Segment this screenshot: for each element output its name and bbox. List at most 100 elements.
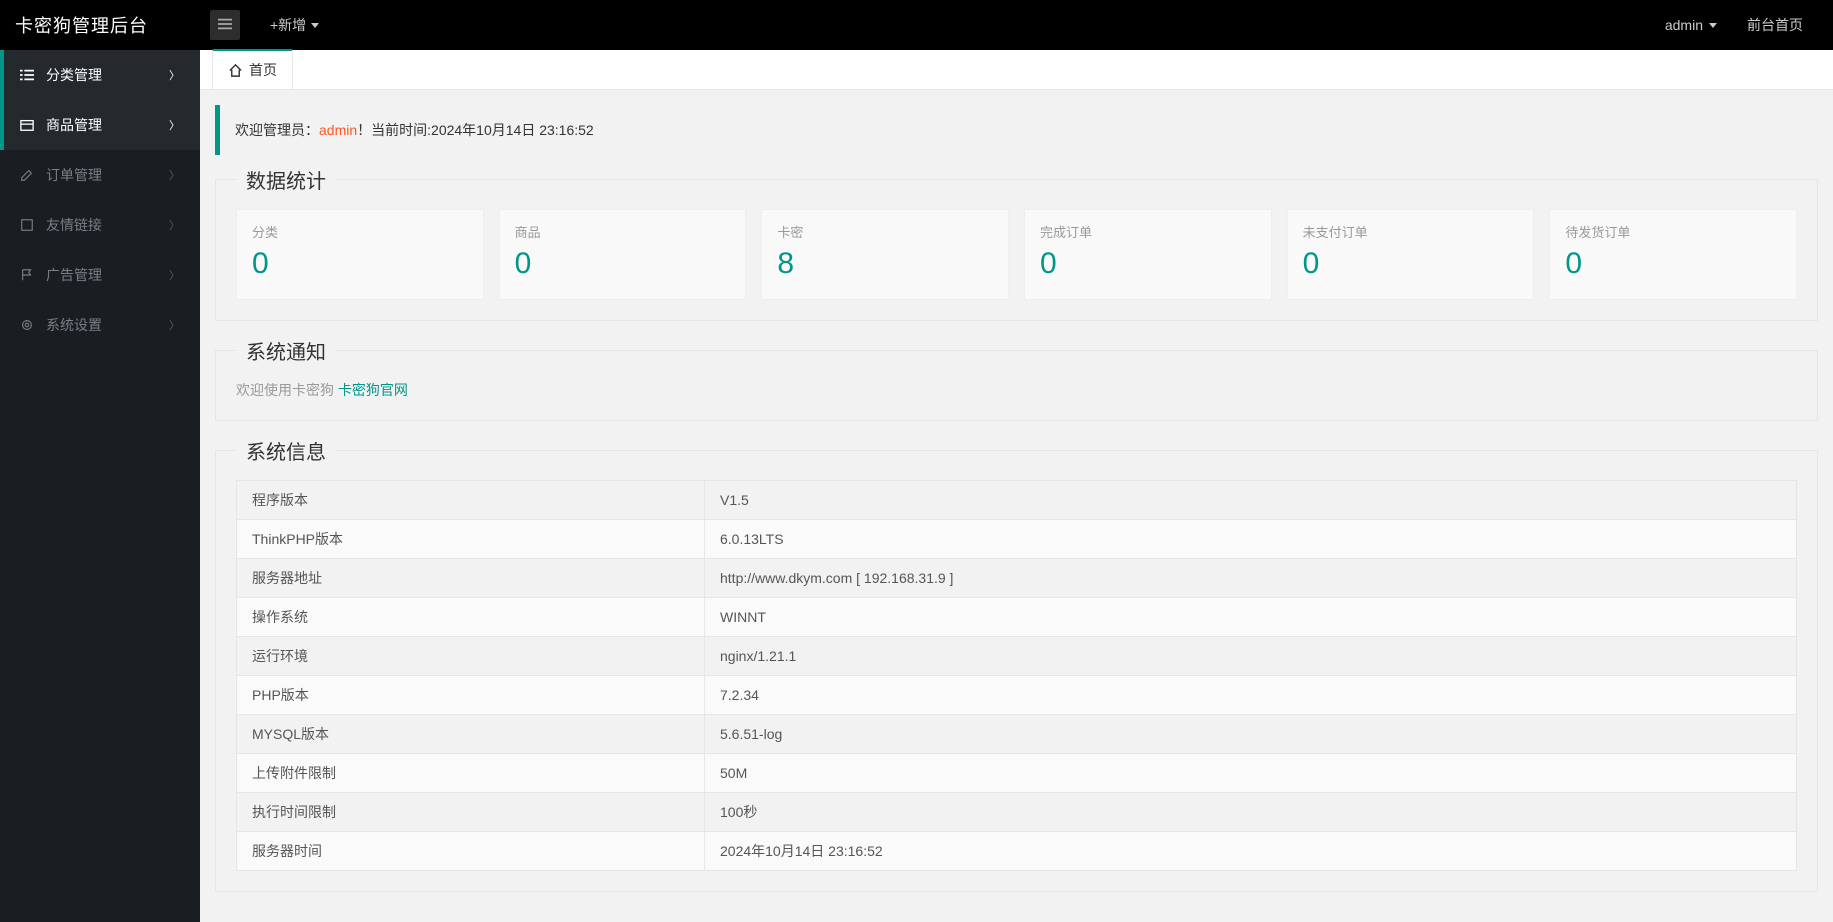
sysinfo-value: 6.0.13LTS: [705, 520, 1797, 559]
menu-toggle-button[interactable]: [210, 10, 240, 40]
sysinfo-value: 2024年10月14日 23:16:52: [705, 832, 1797, 871]
sysinfo-title: 系统信息: [236, 436, 336, 465]
chevron-right-icon: 〉: [169, 317, 180, 333]
table-row: 上传附件限制50M: [237, 754, 1797, 793]
table-row: 运行环境nginx/1.21.1: [237, 637, 1797, 676]
sidebar-item-links[interactable]: 友情链接 〉: [0, 200, 200, 250]
welcome-blockquote: 欢迎管理员：admin！当前时间:2024年10月14日 23:16:52: [215, 105, 1818, 155]
list-icon: [20, 68, 34, 82]
sysinfo-key: 上传附件限制: [237, 754, 705, 793]
table-row: 服务器时间2024年10月14日 23:16:52: [237, 832, 1797, 871]
tab-bar: 首页: [200, 50, 1833, 90]
stats-title: 数据统计: [236, 165, 336, 194]
table-row: ThinkPHP版本6.0.13LTS: [237, 520, 1797, 559]
sysinfo-value: 100秒: [705, 793, 1797, 832]
sidebar-item-product[interactable]: 商品管理 〉: [0, 100, 200, 150]
sysinfo-key: PHP版本: [237, 676, 705, 715]
welcome-prefix: 欢迎管理员：: [235, 122, 319, 138]
chevron-right-icon: 〉: [169, 217, 180, 233]
stat-value: 0: [252, 247, 468, 281]
sidebar-item-label: 友情链接: [46, 215, 102, 235]
stat-value: 0: [1040, 247, 1256, 281]
notice-text: 欢迎使用卡密狗: [236, 382, 334, 398]
gear-icon: [20, 318, 34, 332]
sysinfo-key: 执行时间限制: [237, 793, 705, 832]
sysinfo-value: http://www.dkym.com [ 192.168.31.9 ]: [705, 559, 1797, 598]
sysinfo-value: WINNT: [705, 598, 1797, 637]
sidebar: 分类管理 〉 商品管理 〉 订单管理 〉 友情链接 〉 广告管理 〉 系统设置 …: [0, 50, 200, 922]
sidebar-item-settings[interactable]: 系统设置 〉: [0, 300, 200, 350]
front-site-link[interactable]: 前台首页: [1747, 15, 1803, 35]
stat-label: 未支付订单: [1303, 222, 1519, 241]
stat-value: 8: [777, 247, 993, 281]
stat-value: 0: [515, 247, 731, 281]
welcome-admin: admin: [319, 122, 357, 138]
stat-label: 卡密: [777, 222, 993, 241]
table-row: 操作系统WINNT: [237, 598, 1797, 637]
tab-label: 首页: [249, 60, 277, 80]
link-icon: [20, 218, 34, 232]
table-row: 服务器地址http://www.dkym.com [ 192.168.31.9 …: [237, 559, 1797, 598]
welcome-suffix: ！当前时间:2024年10月14日 23:16:52: [357, 122, 594, 138]
flag-icon: [20, 268, 34, 282]
main-content: 首页 欢迎管理员：admin！当前时间:2024年10月14日 23:16:52…: [200, 50, 1833, 922]
notice-title: 系统通知: [236, 336, 336, 365]
logo: 卡密狗管理后台: [0, 12, 200, 38]
top-header: 卡密狗管理后台 +新增 admin 前台首页: [0, 0, 1833, 50]
sysinfo-key: 服务器地址: [237, 559, 705, 598]
stat-label: 分类: [252, 222, 468, 241]
sysinfo-table: 程序版本V1.5ThinkPHP版本6.0.13LTS服务器地址http://w…: [236, 480, 1797, 871]
edit-icon: [20, 168, 34, 182]
table-row: 程序版本V1.5: [237, 481, 1797, 520]
sysinfo-key: 服务器时间: [237, 832, 705, 871]
sidebar-item-label: 分类管理: [46, 65, 102, 85]
hamburger-icon: [218, 17, 232, 34]
sidebar-item-label: 商品管理: [46, 115, 102, 135]
sidebar-item-category[interactable]: 分类管理 〉: [0, 50, 200, 100]
sysinfo-value: V1.5: [705, 481, 1797, 520]
table-row: MYSQL版本5.6.51-log: [237, 715, 1797, 754]
add-new-dropdown[interactable]: +新增: [270, 15, 319, 35]
sysinfo-value: 7.2.34: [705, 676, 1797, 715]
sidebar-item-ads[interactable]: 广告管理 〉: [0, 250, 200, 300]
box-icon: [20, 118, 34, 132]
sysinfo-key: 程序版本: [237, 481, 705, 520]
sysinfo-key: 操作系统: [237, 598, 705, 637]
notice-fieldset: 系统通知 欢迎使用卡密狗 卡密狗官网: [215, 336, 1818, 421]
stat-card[interactable]: 分类 0: [236, 209, 484, 300]
stat-label: 待发货订单: [1565, 222, 1781, 241]
table-row: 执行时间限制100秒: [237, 793, 1797, 832]
sidebar-item-order[interactable]: 订单管理 〉: [0, 150, 200, 200]
user-label: admin: [1665, 17, 1703, 33]
sysinfo-value: 50M: [705, 754, 1797, 793]
stat-label: 商品: [515, 222, 731, 241]
caret-down-icon: [1709, 23, 1717, 28]
sysinfo-value: nginx/1.21.1: [705, 637, 1797, 676]
stat-card[interactable]: 卡密 8: [761, 209, 1009, 300]
notice-link[interactable]: 卡密狗官网: [338, 382, 408, 398]
stat-card[interactable]: 待发货订单 0: [1549, 209, 1797, 300]
stat-card[interactable]: 未支付订单 0: [1287, 209, 1535, 300]
sidebar-item-label: 广告管理: [46, 265, 102, 285]
stat-label: 完成订单: [1040, 222, 1256, 241]
table-row: PHP版本7.2.34: [237, 676, 1797, 715]
sysinfo-value: 5.6.51-log: [705, 715, 1797, 754]
stat-card[interactable]: 商品 0: [499, 209, 747, 300]
stats-fieldset: 数据统计 分类 0 商品 0 卡密 8 完成订单 0 未支付订单 0 待发货订单 0: [215, 165, 1818, 321]
add-new-label: +新增: [270, 15, 306, 35]
stat-value: 0: [1565, 247, 1781, 281]
home-icon: [228, 63, 243, 78]
sysinfo-fieldset: 系统信息 程序版本V1.5ThinkPHP版本6.0.13LTS服务器地址htt…: [215, 436, 1818, 892]
tab-home[interactable]: 首页: [212, 49, 293, 89]
user-dropdown[interactable]: admin: [1665, 17, 1717, 33]
stat-card[interactable]: 完成订单 0: [1024, 209, 1272, 300]
sidebar-item-label: 系统设置: [46, 315, 102, 335]
sysinfo-key: ThinkPHP版本: [237, 520, 705, 559]
chevron-right-icon: 〉: [169, 267, 180, 283]
chevron-right-icon: 〉: [169, 167, 180, 183]
caret-down-icon: [311, 23, 319, 28]
stat-value: 0: [1303, 247, 1519, 281]
chevron-right-icon: 〉: [169, 117, 180, 133]
sidebar-item-label: 订单管理: [46, 165, 102, 185]
sysinfo-key: 运行环境: [237, 637, 705, 676]
